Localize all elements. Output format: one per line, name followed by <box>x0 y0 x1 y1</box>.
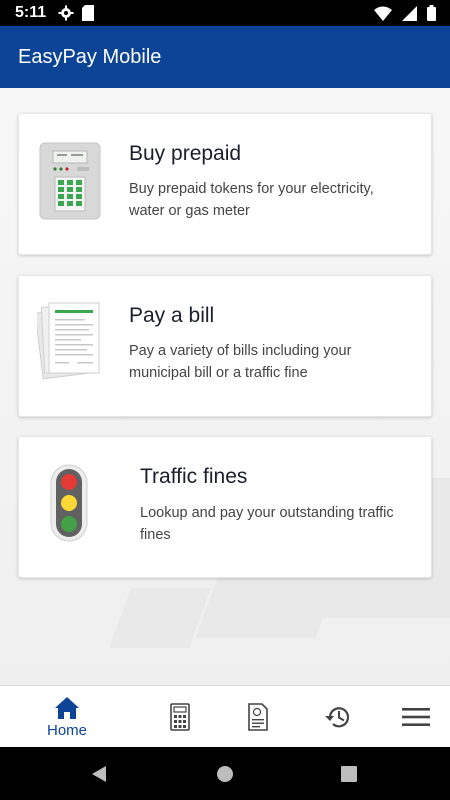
system-navigation-bar <box>0 747 450 800</box>
nav-home-label: Home <box>46 721 87 739</box>
recents-icon[interactable] <box>341 766 357 782</box>
sd-card-icon <box>82 5 94 21</box>
card-description: Buy prepaid tokens for your electricity,… <box>129 181 374 219</box>
status-bar: 5:11 <box>0 0 450 26</box>
background-decoration <box>109 588 211 648</box>
app-bar: EasyPay Mobile <box>0 26 450 88</box>
prepaid-meter-icon <box>39 142 101 220</box>
home-icon <box>55 696 79 719</box>
home-circle-icon[interactable] <box>216 765 234 783</box>
traffic-fines-card[interactable]: Traffic fines Lookup and pay your outsta… <box>18 436 432 578</box>
card-description: Pay a variety of bills including your mu… <box>129 343 352 381</box>
bottom-navigation: Home <box>0 685 450 747</box>
card-description: Lookup and pay your outstanding traffic … <box>140 505 394 543</box>
battery-icon <box>427 5 436 21</box>
nav-menu[interactable] <box>394 686 438 748</box>
wifi-icon <box>374 6 392 21</box>
status-time: 5:11 <box>15 4 47 21</box>
app-title: EasyPay Mobile <box>18 46 162 68</box>
nav-bills[interactable] <box>236 686 280 748</box>
calculator-icon <box>170 703 190 731</box>
card-title: Buy prepaid <box>129 142 242 165</box>
buy-prepaid-card[interactable]: Buy prepaid Buy prepaid tokens for your … <box>18 113 432 255</box>
history-icon <box>325 707 350 728</box>
nav-prepaid[interactable] <box>158 686 202 748</box>
settings-gear-icon <box>58 5 74 21</box>
card-title: Traffic fines <box>140 465 248 488</box>
menu-icon <box>402 708 430 726</box>
receipt-icon <box>248 703 268 731</box>
content-area: Buy prepaid Buy prepaid tokens for your … <box>0 88 450 685</box>
traffic-light-icon <box>50 464 88 542</box>
nav-history[interactable] <box>316 686 360 748</box>
cell-signal-icon <box>402 5 417 21</box>
card-title: Pay a bill <box>129 304 215 327</box>
pay-a-bill-card[interactable]: Pay a bill Pay a variety of bills includ… <box>18 275 432 417</box>
back-icon[interactable] <box>90 765 108 783</box>
nav-home[interactable]: Home <box>36 686 98 748</box>
bill-document-icon <box>37 302 100 380</box>
